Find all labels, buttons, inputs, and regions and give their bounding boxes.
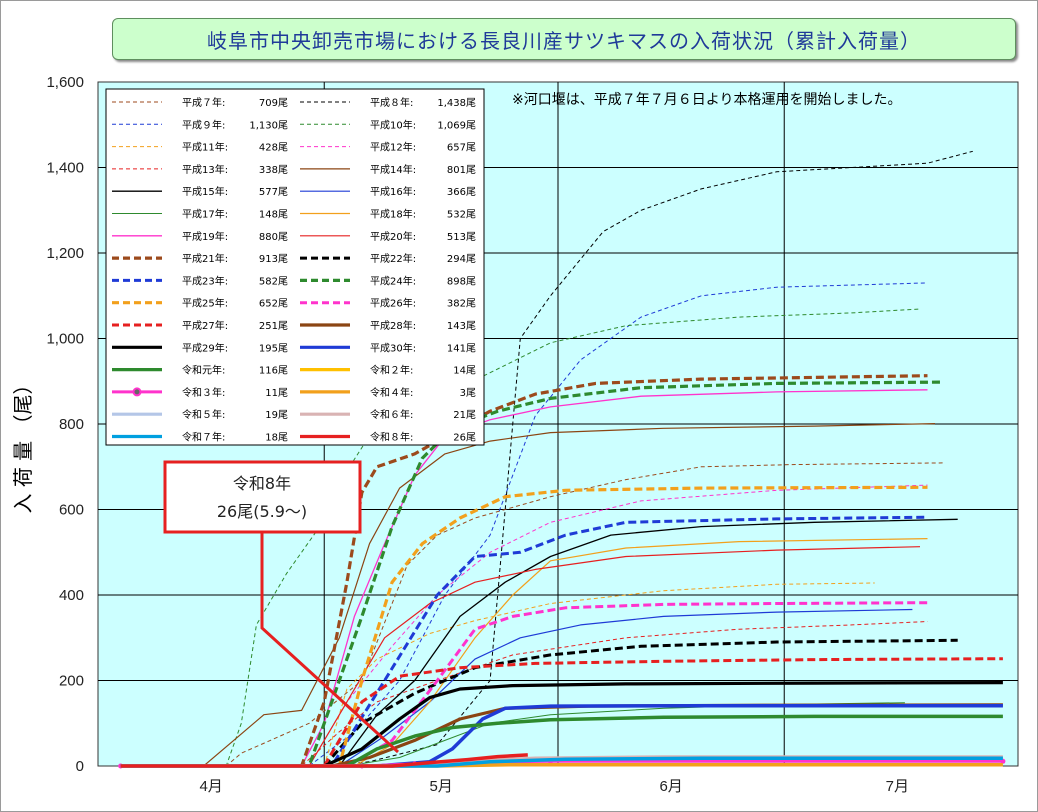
y-tick-label: 1,200 [46, 245, 84, 262]
legend-name-20: 平成27年: [182, 319, 228, 332]
legend-box [105, 88, 485, 446]
callout-line1: 令和8年 [233, 474, 291, 493]
legend-name-24: 令和元年: [182, 364, 225, 377]
legend-name-22: 平成29年: [182, 341, 228, 354]
legend-name-12: 平成19年: [182, 230, 228, 243]
legend-value-17: 898尾 [447, 275, 476, 287]
legend-name-31: 令和８年: [370, 431, 413, 444]
chart-svg: 0 200 400 600 800 1,000 1,200 1,400 1,600 4月 5月 6月 7… [11, 74, 1019, 795]
legend-name-4: 平成11年: [182, 141, 228, 154]
legend-name-14: 平成21年: [182, 252, 228, 265]
legend-name-3: 平成10年: [370, 118, 416, 131]
legend-name-28: 令和５年: [182, 408, 225, 421]
legend-name-1: 平成８年: [370, 96, 413, 109]
y-tick-label: 0 [76, 758, 84, 775]
legend-name-16: 平成23年: [182, 274, 228, 287]
legend-value-9: 366尾 [447, 186, 476, 198]
legend-name-27: 令和４年: [370, 386, 413, 399]
legend-value-20: 251尾 [259, 320, 288, 332]
legend-value-27: 3尾 [460, 387, 476, 399]
legend-value-7: 801尾 [447, 164, 476, 176]
callout-line2: 26尾(5.9～) [217, 502, 307, 521]
legend: 平成７年: 709尾 平成８年: 1,438尾平成９年: 1,130尾 平成10年: 1,0… [105, 88, 485, 446]
legend-value-0: 709尾 [259, 97, 288, 109]
chart-note: ※河口堰は、平成７年７月６日より本格運用を開始しました。 [512, 92, 901, 108]
legend-value-21: 143尾 [447, 320, 476, 332]
legend-marker [132, 387, 142, 397]
y-tick-label: 800 [59, 416, 84, 433]
legend-value-25: 14尾 [453, 365, 476, 377]
legend-value-24: 116尾 [259, 365, 288, 377]
legend-name-7: 平成14年: [370, 163, 416, 176]
legend-value-29: 21尾 [453, 409, 476, 421]
legend-value-11: 532尾 [447, 209, 476, 221]
legend-value-31: 26尾 [453, 432, 476, 444]
y-tick-label: 1,400 [46, 160, 84, 177]
x-tick-label: 4月 [199, 778, 222, 795]
y-tick-label: 200 [59, 673, 84, 690]
legend-name-5: 平成12年: [370, 141, 416, 154]
legend-name-6: 平成13年: [182, 163, 228, 176]
callout-box [163, 460, 362, 534]
legend-value-19: 382尾 [447, 298, 476, 310]
legend-value-14: 913尾 [259, 253, 288, 265]
legend-value-5: 657尾 [447, 142, 476, 154]
legend-name-21: 平成28年: [370, 319, 416, 332]
legend-name-19: 平成26年: [370, 297, 416, 310]
legend-value-4: 428尾 [259, 142, 288, 154]
legend-name-8: 平成15年: [182, 185, 228, 198]
legend-name-30: 令和７年: [182, 431, 225, 444]
legend-name-18: 平成25年: [182, 297, 228, 310]
legend-value-28: 19尾 [265, 409, 288, 421]
y-tick-label: 600 [59, 502, 84, 519]
legend-name-17: 平成24年: [370, 274, 416, 287]
legend-name-10: 平成17年: [182, 208, 228, 221]
legend-value-2: 1,130尾 [249, 119, 288, 131]
legend-value-16: 582尾 [259, 275, 288, 287]
legend-name-26: 令和３年: [182, 386, 225, 399]
legend-value-15: 294尾 [447, 253, 476, 265]
x-tick-label: 6月 [659, 778, 682, 795]
legend-name-0: 平成７年: [182, 96, 225, 109]
legend-value-6: 338尾 [259, 164, 288, 176]
legend-value-10: 148尾 [259, 209, 288, 221]
legend-value-3: 1,069尾 [437, 119, 476, 131]
legend-value-12: 880尾 [259, 231, 288, 243]
y-axis-label: 入 荷 量 （尾） [11, 374, 35, 513]
legend-value-22: 195尾 [259, 342, 288, 354]
y-tick-label: 400 [59, 587, 84, 604]
legend-name-15: 平成22年: [370, 252, 416, 265]
legend-name-13: 平成20年: [370, 230, 416, 243]
x-tick-label: 7月 [886, 778, 909, 795]
legend-value-13: 513尾 [447, 231, 476, 243]
legend-name-25: 令和２年: [370, 364, 413, 377]
legend-name-9: 平成16年: [370, 185, 416, 198]
legend-name-11: 平成18年: [370, 208, 416, 221]
y-tick-label: 1,600 [46, 74, 84, 91]
legend-value-23: 141尾 [447, 342, 476, 354]
y-tick-label: 1,000 [46, 331, 84, 348]
legend-value-26: 11尾 [265, 387, 288, 399]
legend-value-30: 18尾 [265, 432, 288, 444]
legend-value-18: 652尾 [259, 298, 288, 310]
legend-name-23: 平成30年: [370, 341, 416, 354]
legend-value-8: 577尾 [259, 186, 288, 198]
legend-name-2: 平成９年: [182, 118, 225, 131]
legend-value-1: 1,438尾 [437, 97, 476, 109]
legend-name-29: 令和６年: [370, 408, 413, 421]
x-tick-label: 5月 [429, 778, 452, 795]
